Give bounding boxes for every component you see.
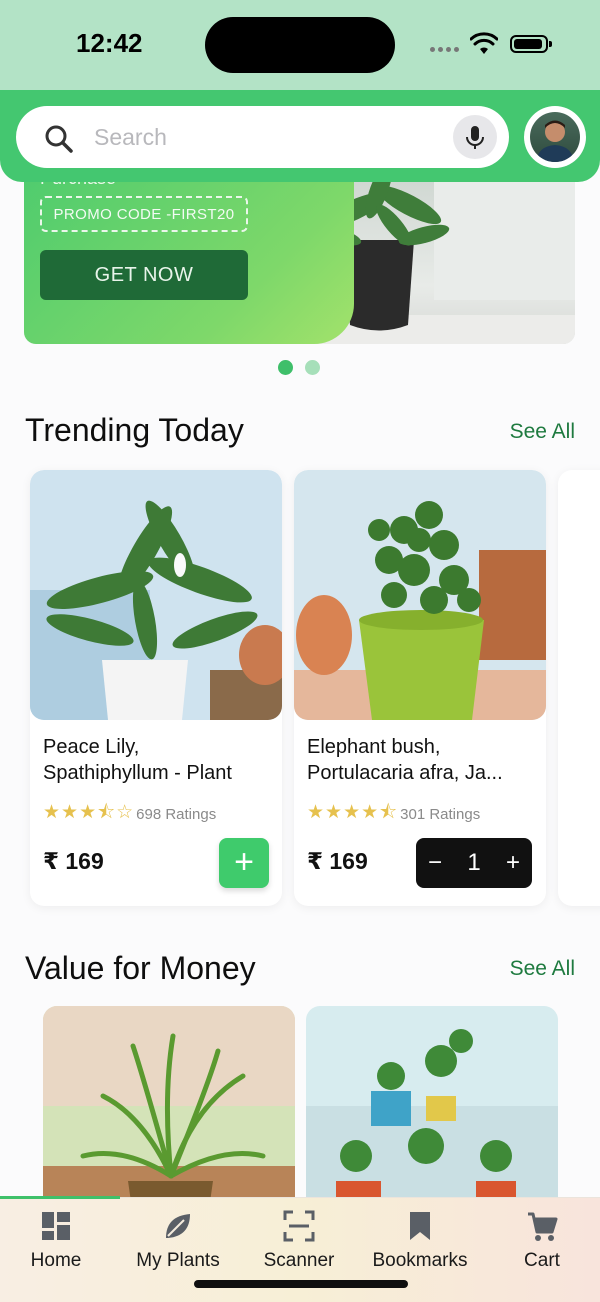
leaf-icon bbox=[166, 1214, 190, 1238]
battery-icon bbox=[510, 35, 552, 53]
product-price: ₹ 169 bbox=[307, 848, 368, 874]
cart-icon bbox=[528, 1212, 558, 1241]
star-rating-icon: ★★★★⯪ bbox=[307, 802, 399, 823]
add-to-cart-button[interactable]: + bbox=[219, 838, 269, 888]
profile-avatar-button[interactable] bbox=[524, 106, 586, 168]
nav-label-bookmarks: Bookmarks bbox=[372, 1250, 468, 1271]
banner-page-indicator bbox=[278, 360, 320, 375]
product-price: ₹ 169 bbox=[43, 848, 104, 874]
product-rating: ★★★★⯪ 301 Ratings bbox=[307, 798, 480, 830]
product-name: Elephant bush, Portulacaria afra, Ja... bbox=[307, 736, 503, 784]
dynamic-island bbox=[205, 17, 395, 73]
get-now-button[interactable]: GET NOW bbox=[40, 250, 248, 300]
product-card[interactable]: Elephant bush, Portulacaria afra, Ja... … bbox=[294, 470, 546, 906]
search-icon bbox=[45, 125, 73, 153]
app-screen: 12:42 PROMO CODE -FIRST20 GET NOW Search… bbox=[0, 0, 600, 1302]
see-all-value-link[interactable]: See All bbox=[510, 957, 575, 981]
microphone-icon bbox=[466, 126, 484, 149]
see-all-trending-link[interactable]: See All bbox=[510, 420, 575, 444]
nav-item-my-plants[interactable]: My Plants bbox=[118, 1208, 238, 1272]
status-bar: 12:42 bbox=[0, 0, 600, 92]
decrement-button[interactable]: − bbox=[428, 849, 442, 877]
scanner-icon bbox=[283, 1210, 315, 1242]
nav-label-home: Home bbox=[30, 1250, 82, 1271]
product-rating: ★★★⯪☆ 698 Ratings bbox=[43, 798, 216, 830]
product-image bbox=[30, 470, 282, 720]
quantity-stepper[interactable]: − 1 + bbox=[416, 838, 532, 888]
nav-item-cart[interactable]: Cart bbox=[482, 1208, 600, 1272]
product-image-value-2[interactable] bbox=[306, 1006, 558, 1216]
signal-icon bbox=[430, 47, 459, 52]
search-input[interactable]: Search bbox=[94, 124, 167, 151]
section-title-trending: Trending Today bbox=[25, 412, 244, 448]
page-dot[interactable] bbox=[305, 360, 320, 375]
search-bar[interactable]: Search bbox=[16, 106, 509, 168]
ratings-count: 698 Ratings bbox=[136, 805, 217, 823]
active-tab-indicator bbox=[0, 1196, 120, 1199]
increment-button[interactable]: + bbox=[506, 849, 520, 877]
nav-label-scanner: Scanner bbox=[263, 1250, 335, 1271]
header-bar: Search bbox=[0, 90, 600, 182]
voice-search-button[interactable] bbox=[453, 115, 497, 159]
wifi-icon bbox=[470, 32, 498, 54]
status-time: 12:42 bbox=[76, 28, 143, 58]
star-rating-icon: ★★★⯪☆ bbox=[43, 802, 135, 823]
section-title-value: Value for Money bbox=[25, 950, 256, 986]
product-image bbox=[294, 470, 546, 720]
nav-label-my-plants: My Plants bbox=[136, 1250, 220, 1271]
nav-label-cart: Cart bbox=[524, 1250, 560, 1271]
bookmark-icon bbox=[410, 1212, 430, 1240]
product-name: Peace Lily, Spathiphyllum - Plant bbox=[43, 736, 232, 784]
nav-item-scanner[interactable]: Scanner bbox=[239, 1208, 359, 1272]
grid-icon bbox=[42, 1212, 70, 1240]
home-indicator bbox=[194, 1280, 408, 1288]
ratings-count: 301 Ratings bbox=[400, 805, 481, 823]
product-card[interactable]: Peace Lily, Spathiphyllum - Plant ★★★⯪☆ … bbox=[30, 470, 282, 906]
avatar bbox=[530, 112, 580, 162]
product-card-partial[interactable] bbox=[558, 470, 600, 906]
nav-item-home[interactable]: Home bbox=[0, 1208, 116, 1272]
promo-code-badge: PROMO CODE -FIRST20 bbox=[40, 196, 248, 232]
quantity-value: 1 bbox=[467, 849, 481, 876]
product-image-value-1[interactable] bbox=[43, 1006, 295, 1216]
page-dot-active[interactable] bbox=[278, 360, 293, 375]
nav-item-bookmarks[interactable]: Bookmarks bbox=[360, 1208, 480, 1272]
